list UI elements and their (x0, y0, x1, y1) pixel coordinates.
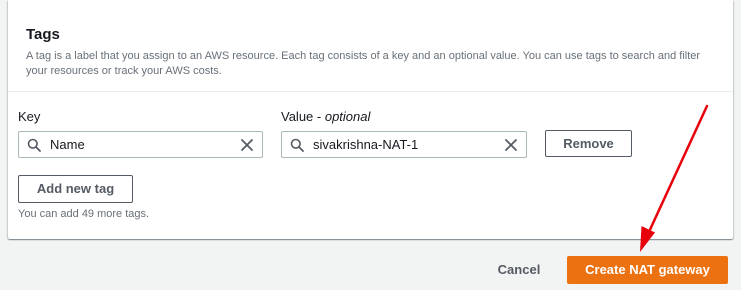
key-label: Key (18, 109, 41, 124)
tag-key-value: Name (50, 137, 85, 152)
cancel-button[interactable]: Cancel (487, 261, 551, 279)
create-nat-gateway-button[interactable]: Create NAT gateway (567, 256, 728, 284)
close-icon[interactable] (240, 138, 254, 152)
value-label-optional: optional (324, 109, 371, 124)
tags-title: Tags (26, 26, 60, 43)
remove-tag-button[interactable]: Remove (545, 130, 632, 157)
tag-key-input[interactable]: Name (18, 131, 263, 158)
search-icon (27, 138, 41, 152)
tags-remaining-hint: You can add 49 more tags. (18, 208, 150, 220)
tags-description: A tag is a label that you assign to an A… (26, 50, 701, 77)
value-label-main: Value - (281, 109, 325, 124)
add-new-tag-button[interactable]: Add new tag (18, 175, 133, 203)
value-label: Value - optional (281, 109, 370, 125)
close-icon[interactable] (504, 138, 518, 152)
tags-panel: Tags A tag is a label that you assign to… (8, 0, 733, 239)
tags-panel-header: Tags A tag is a label that you assign to… (8, 0, 733, 92)
search-icon (290, 138, 304, 152)
tag-value-value: sivakrishna-NAT-1 (313, 137, 419, 152)
tag-value-input[interactable]: sivakrishna-NAT-1 (281, 131, 527, 158)
